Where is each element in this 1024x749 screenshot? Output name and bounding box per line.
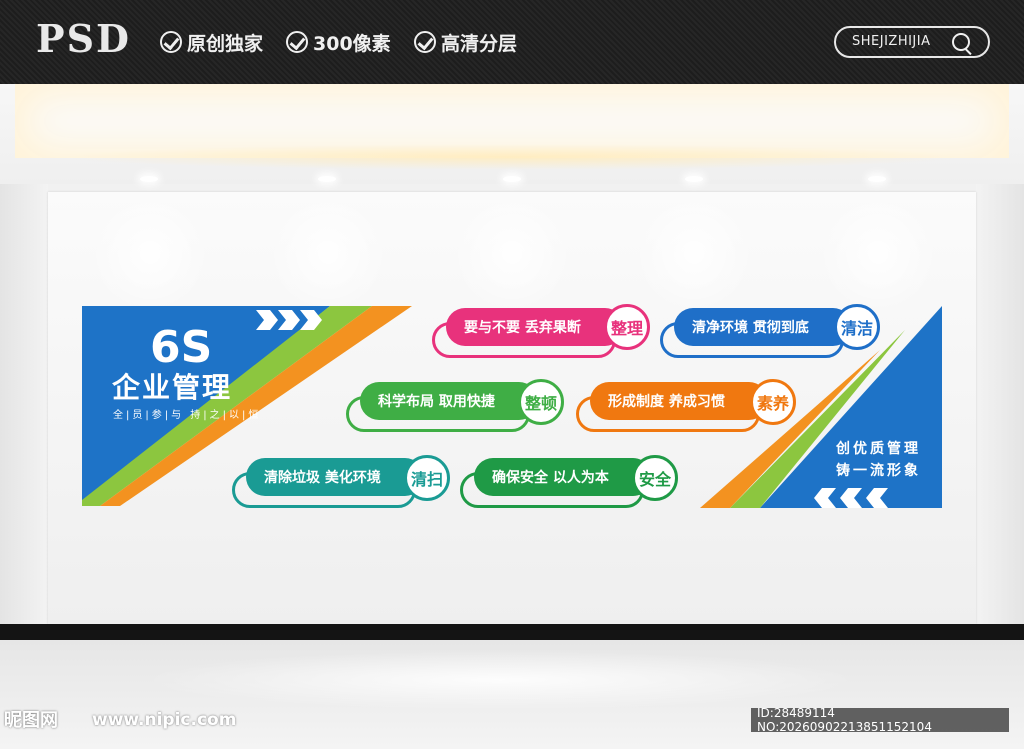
badge-order: 整顿	[518, 379, 564, 425]
badge-sort: 整理	[604, 304, 650, 350]
pill-order: 科学布局 取用快捷	[360, 382, 538, 420]
badge-sweep: 清扫	[404, 455, 450, 501]
board-title-main: 企业管理	[112, 371, 233, 404]
pill-text: 清除垃圾 美化环境	[264, 470, 381, 486]
badge-clean: 清洁	[834, 304, 880, 350]
board-subtitle: 全|员|参|与 持|之|以|恒	[113, 410, 262, 421]
pill-text: 形成制度 养成习惯	[608, 394, 725, 410]
pill-text: 清净环境 贯彻到底	[692, 320, 809, 336]
watermark-id-text: ID:28489114 NO:20260902213851152104	[757, 706, 932, 734]
pill-sweep: 清除垃圾 美化环境	[246, 458, 424, 496]
watermark-site-name: 昵图网	[4, 710, 58, 731]
pill-safety: 确保安全 以人为本	[474, 458, 652, 496]
badge-safety: 安全	[632, 455, 678, 501]
watermark-id: ID:28489114 NO:20260902213851152104	[751, 706, 1009, 734]
culture-wall-board: 6S 企业管理 全|员|参|与 持|之|以|恒 创优质管理 铸一流形象 要与不要…	[0, 0, 1024, 749]
pill-clean: 清净环境 贯彻到底	[674, 308, 852, 346]
pill-text: 科学布局 取用快捷	[378, 394, 495, 410]
pill-text: 确保安全 以人为本	[492, 470, 609, 486]
pill-text: 要与不要 丢弃果断	[464, 320, 581, 336]
pill-sort: 要与不要 丢弃果断	[446, 308, 624, 346]
badge-discipline: 素养	[750, 379, 796, 425]
slogan-line-1: 创优质管理	[836, 441, 921, 457]
pill-discipline: 形成制度 养成习惯	[590, 382, 768, 420]
watermark-url: www.nipic.com	[92, 710, 237, 730]
slogan-line-2: 铸一流形象	[836, 463, 921, 479]
